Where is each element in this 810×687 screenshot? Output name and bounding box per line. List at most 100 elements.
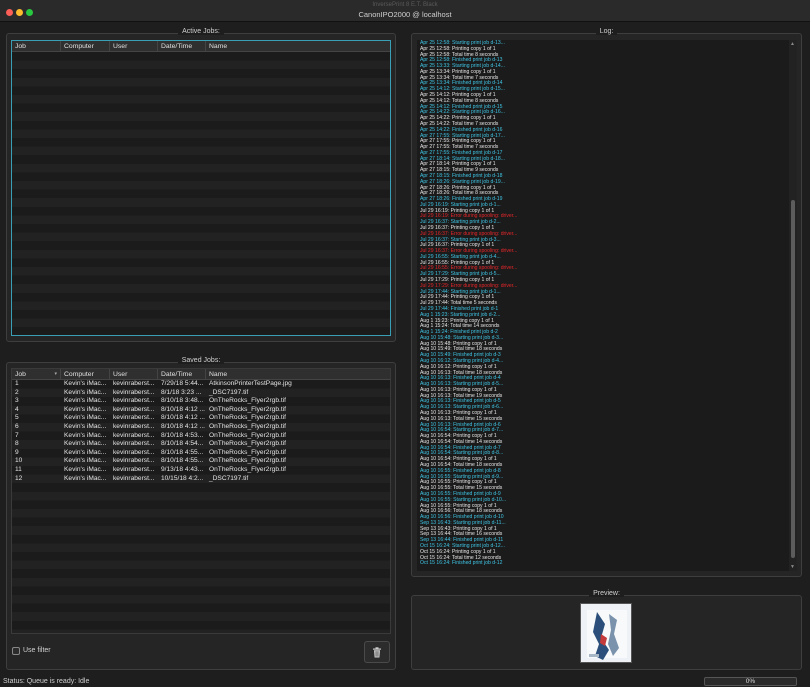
progress-text: 0% [745, 678, 756, 685]
name-cell: AtkinsonPrinterTestPage.jpg [209, 380, 292, 387]
col-name[interactable]: Name [206, 369, 390, 379]
scroll-up-icon[interactable]: ▲ [790, 41, 795, 47]
user-cell: kevinraberst... [113, 388, 155, 396]
saved-jobs-body: 1 Kevin's iMac... kevinraberst... 7/29/18 5… [12, 380, 390, 633]
job-cell: 2 [15, 388, 19, 396]
preview-title: Preview: [589, 590, 624, 597]
datetime-cell: 8/10/18 4:54... [161, 440, 204, 448]
scroll-down-icon[interactable]: ▼ [790, 564, 795, 570]
job-cell: 1 [15, 380, 19, 387]
datetime-cell: 8/10/18 4:12 ... [161, 422, 205, 430]
active-jobs-table[interactable]: Job Computer User Date/Time Name [11, 40, 391, 336]
col-computer[interactable]: Computer [61, 369, 110, 379]
table-row[interactable]: 8 Kevin's iMac... kevinraberst... 8/10/18 4… [12, 440, 390, 449]
job-cell: 10 [15, 457, 23, 465]
user-cell: kevinraberst... [113, 380, 155, 387]
delete-job-button[interactable] [364, 641, 390, 663]
datetime-cell: 8/10/18 4:12 ... [161, 414, 205, 422]
title-bar: InversePrint 8 E.T. Black CanonIPO2000 @… [0, 0, 810, 22]
col-computer[interactable]: Computer [61, 41, 110, 51]
user-cell: kevinraberst... [113, 414, 155, 422]
saved-jobs-header: Job ▾ Computer User Date/Time Name [12, 369, 390, 380]
table-row[interactable]: 11 Kevin's iMac... kevinraberst... 9/13/18 … [12, 466, 390, 475]
job-cell: 9 [15, 448, 19, 456]
use-filter-label: Use filter [23, 647, 51, 654]
computer-cell: Kevin's iMac... [64, 457, 107, 465]
name-cell: OnTheRocks_Flyer2rgb.tif [209, 405, 286, 413]
name-cell: OnTheRocks_Flyer2rgb.tif [209, 457, 286, 465]
table-row[interactable]: 3 Kevin's iMac... kevinraberst... 8/10/18 3… [12, 397, 390, 406]
user-cell: kevinraberst... [113, 397, 155, 405]
datetime-cell: 8/1/18 3:23 ... [161, 388, 202, 396]
col-name[interactable]: Name [206, 41, 390, 51]
job-cell: 11 [15, 465, 22, 473]
status-bar: Status: Queue is ready: Idle [0, 676, 810, 687]
user-cell: kevinraberst... [113, 405, 155, 413]
col-job[interactable]: Job ▾ [12, 369, 61, 379]
computer-cell: Kevin's iMac... [64, 448, 107, 456]
status-text: Status: Queue is ready: Idle [3, 678, 90, 685]
job-cell: 6 [15, 422, 19, 430]
datetime-cell: 8/10/18 4:55... [161, 448, 204, 456]
col-user[interactable]: User [110, 41, 158, 51]
name-cell: _DSC7197.tif [209, 474, 249, 482]
saved-jobs-table[interactable]: Job ▾ Computer User Date/Time Name 1 Kevin… [11, 368, 391, 634]
computer-cell: Kevin's iMac... [64, 474, 107, 482]
computer-cell: Kevin's iMac... [64, 422, 107, 430]
col-user[interactable]: User [110, 369, 158, 379]
table-row[interactable]: 1 Kevin's iMac... kevinraberst... 7/29/18 5… [12, 380, 390, 389]
job-cell: 5 [15, 414, 19, 422]
table-row[interactable]: 5 Kevin's iMac... kevinraberst... 8/10/18 4… [12, 414, 390, 423]
name-cell: OnTheRocks_Flyer2rgb.tif [209, 440, 286, 448]
active-jobs-body [12, 52, 390, 335]
col-job[interactable]: Job [12, 41, 61, 51]
computer-cell: Kevin's iMac... [64, 405, 107, 413]
datetime-cell: 8/10/18 4:55... [161, 457, 204, 465]
job-cell: 7 [15, 431, 19, 439]
computer-cell: Kevin's iMac... [64, 397, 107, 405]
computer-cell: Kevin's iMac... [64, 465, 107, 473]
user-cell: kevinraberst... [113, 448, 155, 456]
computer-cell: Kevin's iMac... [64, 380, 107, 387]
computer-cell: Kevin's iMac... [64, 431, 107, 439]
active-jobs-title: Active Jobs: [178, 28, 224, 35]
table-row[interactable]: 6 Kevin's iMac... kevinraberst... 8/10/18 4… [12, 423, 390, 432]
user-cell: kevinraberst... [113, 474, 155, 482]
name-cell: _DSC7197.tif [209, 388, 249, 396]
col-datetime[interactable]: Date/Time [158, 369, 206, 379]
col-datetime[interactable]: Date/Time [158, 41, 206, 51]
job-cell: 4 [15, 405, 19, 413]
user-cell: kevinraberst... [113, 431, 155, 439]
computer-cell: Kevin's iMac... [64, 414, 107, 422]
user-cell: kevinraberst... [113, 440, 155, 448]
job-cell: 3 [15, 397, 19, 405]
name-cell: OnTheRocks_Flyer2rgb.tif [209, 465, 286, 473]
datetime-cell: 8/10/18 4:12 ... [161, 405, 205, 413]
active-jobs-header: Job Computer User Date/Time Name [12, 41, 390, 52]
table-row[interactable]: 9 Kevin's iMac... kevinraberst... 8/10/18 4… [12, 449, 390, 458]
table-row[interactable]: 7 Kevin's iMac... kevinraberst... 8/10/18 4… [12, 432, 390, 441]
user-cell: kevinraberst... [113, 422, 155, 430]
job-cell: 8 [15, 440, 19, 448]
name-cell: OnTheRocks_Flyer2rgb.tif [209, 422, 286, 430]
saved-jobs-title: Saved Jobs: [177, 357, 225, 364]
app-title: InversePrint 8 E.T. Black [372, 2, 438, 8]
table-row[interactable]: 4 Kevin's iMac... kevinraberst... 8/10/18 4… [12, 406, 390, 415]
log-scrollbar[interactable]: ▲ ▼ [789, 40, 797, 571]
log-view[interactable]: Apr 25 12:58: Starting print job d-13...… [417, 40, 797, 571]
datetime-cell: 8/10/18 4:53... [161, 431, 204, 439]
table-row[interactable]: 12 Kevin's iMac... kevinraberst... 10/15/18… [12, 475, 390, 484]
log-line: Oct 15 16:24: Finished print job d-12 [420, 560, 503, 567]
name-cell: OnTheRocks_Flyer2rgb.tif [209, 414, 286, 422]
use-filter-checkbox[interactable] [12, 647, 20, 655]
trash-icon [373, 646, 381, 657]
log-scroll-thumb[interactable] [791, 200, 795, 558]
preview-thumbnail [580, 603, 632, 663]
user-cell: kevinraberst... [113, 457, 155, 465]
table-row[interactable]: 10 Kevin's iMac... kevinraberst... 8/10/18 … [12, 457, 390, 466]
table-row[interactable]: 2 Kevin's iMac... kevinraberst... 8/1/18 3:… [12, 389, 390, 398]
user-cell: kevinraberst... [113, 465, 155, 473]
sort-desc-icon: ▾ [54, 371, 57, 377]
log-title: Log: [595, 28, 618, 35]
datetime-cell: 8/10/18 3:48... [161, 397, 204, 405]
